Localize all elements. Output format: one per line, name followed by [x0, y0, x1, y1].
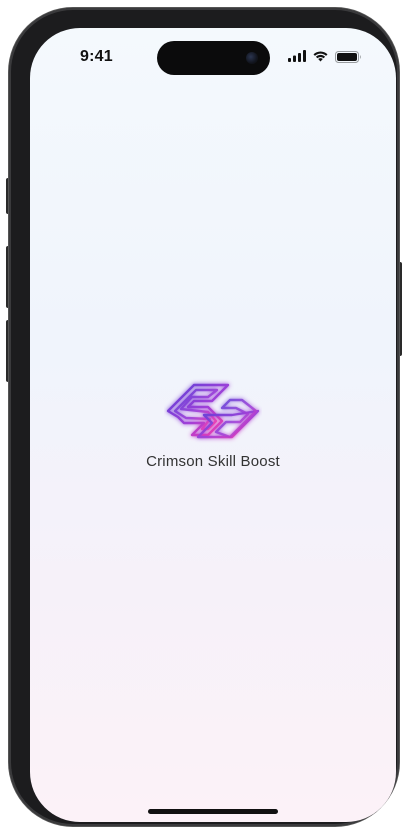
status-time: 9:41: [80, 48, 113, 65]
status-bar: 9:41: [30, 28, 396, 84]
battery-icon: [335, 51, 361, 63]
device-mockup: 9:41 Crimson Skill Boost: [0, 0, 408, 834]
wifi-icon: [313, 51, 328, 62]
splash-screen: 9:41 Crimson Skill Boost: [30, 28, 396, 822]
signal-icon: [288, 50, 306, 62]
home-indicator[interactable]: [148, 809, 278, 814]
app-logo-icon: [166, 383, 260, 439]
status-icons: [288, 50, 368, 64]
phone-frame: 9:41 Crimson Skill Boost: [9, 8, 399, 826]
front-camera-icon: [246, 52, 258, 64]
app-name-label: Crimson Skill Boost: [146, 453, 280, 470]
dynamic-island: [157, 41, 270, 75]
